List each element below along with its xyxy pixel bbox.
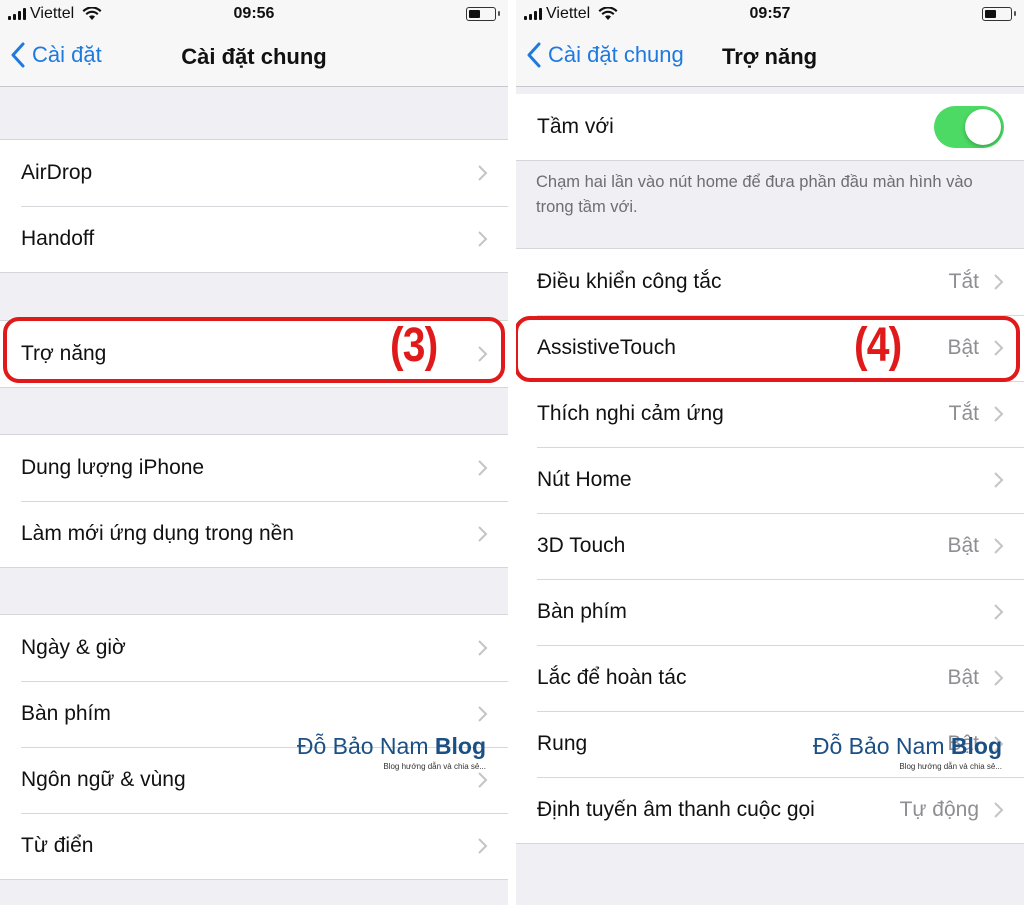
row-label: AirDrop: [21, 161, 93, 184]
chevron-right-icon: [994, 538, 1004, 554]
reachability-footer-note: Chạm hai lần vào nút home để đưa phần đầ…: [536, 173, 973, 216]
row-label: Nút Home: [537, 468, 632, 491]
row-assistivetouch[interactable]: AssistiveTouch Bật: [516, 315, 1024, 381]
navigation-bar: Cài đặt chung Trợ năng: [516, 30, 1024, 87]
reachability-toggle[interactable]: [934, 106, 1004, 148]
settings-group: Dung lượng iPhone Làm mới ứng dụng trong…: [0, 434, 508, 568]
watermark: Đỗ Bảo Nam Blog Blog hướng dẫn và chia s…: [813, 733, 1002, 771]
battery-icon: [466, 7, 500, 21]
right-screen-accessibility: Viettel 09:57 Cài đặt chung Trợ năng Tầm…: [516, 0, 1024, 905]
chevron-right-icon: [994, 802, 1004, 818]
watermark-name: Đỗ Bảo Nam: [296, 733, 429, 759]
left-screen-general-settings: Viettel 09:56 Cài đặt Cài đặt chung AirD…: [0, 0, 508, 905]
chevron-right-icon: [478, 165, 488, 181]
row-iphone-storage[interactable]: Dung lượng iPhone: [0, 435, 508, 501]
chevron-right-icon: [478, 838, 488, 854]
watermark: Đỗ Bảo Nam Blog Blog hướng dẫn và chia s…: [297, 733, 486, 771]
reachability-group: Tầm với: [516, 94, 1024, 161]
watermark-tagline: Blog hướng dẫn và chia sẻ...: [383, 762, 486, 771]
chevron-right-icon: [478, 460, 488, 476]
annotation-step-label: (3): [390, 319, 438, 372]
chevron-right-icon: [478, 346, 488, 362]
chevron-right-icon: [994, 340, 1004, 356]
settings-group: AirDrop Handoff: [0, 139, 508, 273]
row-dictionary[interactable]: Từ điển: [0, 813, 508, 879]
annotation-step-label: (4): [854, 319, 902, 372]
chevron-right-icon: [994, 670, 1004, 686]
row-label: Điều khiển công tắc: [537, 270, 722, 293]
row-label: Thích nghi cảm ứng: [537, 402, 724, 425]
row-label: Ngôn ngữ & vùng: [21, 768, 186, 791]
chevron-right-icon: [478, 772, 488, 788]
row-value: Tự động: [899, 798, 979, 821]
row-value: Tắt: [948, 402, 979, 425]
chevron-right-icon: [478, 706, 488, 722]
row-handoff[interactable]: Handoff: [0, 206, 508, 272]
watermark-logo: Đỗ Bảo Nam Blog: [813, 733, 1002, 760]
row-home-button[interactable]: Nút Home: [516, 447, 1024, 513]
toggle-knob: [965, 109, 1001, 145]
row-label: Bàn phím: [537, 600, 627, 623]
page-title: Cài đặt chung: [181, 44, 327, 69]
watermark-name: Đỗ Bảo Nam: [812, 733, 945, 759]
chevron-right-icon: [994, 604, 1004, 620]
row-label: Handoff: [21, 227, 95, 250]
chevron-right-icon: [478, 640, 488, 656]
row-date-time[interactable]: Ngày & giờ: [0, 615, 508, 681]
page-title: Trợ năng: [722, 44, 818, 69]
back-label: Cài đặt chung: [548, 42, 684, 67]
watermark-tagline: Blog hướng dẫn và chia sẻ...: [899, 762, 1002, 771]
chevron-right-icon: [994, 406, 1004, 422]
row-3d-touch[interactable]: 3D Touch Bật: [516, 513, 1024, 579]
chevron-left-icon: [527, 42, 541, 68]
row-background-refresh[interactable]: Làm mới ứng dụng trong nền: [0, 501, 508, 567]
row-call-audio-routing[interactable]: Định tuyến âm thanh cuộc gọi Tự động: [516, 777, 1024, 843]
chevron-right-icon: [478, 231, 488, 247]
row-label: Định tuyến âm thanh cuộc gọi: [537, 798, 815, 821]
navigation-bar: Cài đặt Cài đặt chung: [0, 30, 508, 87]
watermark-logo: Đỗ Bảo Nam Blog: [297, 733, 486, 760]
status-bar: Viettel 09:57: [516, 0, 1024, 30]
battery-icon: [982, 7, 1016, 21]
row-keyboard[interactable]: Bàn phím: [516, 579, 1024, 645]
row-touch-accommodations[interactable]: Thích nghi cảm ứng Tắt: [516, 381, 1024, 447]
status-time: 09:56: [233, 5, 275, 22]
row-label: Dung lượng iPhone: [21, 456, 205, 479]
row-reachability: Tầm với: [516, 94, 1024, 160]
row-switch-control[interactable]: Điều khiển công tắc Tắt: [516, 249, 1024, 315]
row-value: Tắt: [948, 270, 979, 293]
row-airdrop[interactable]: AirDrop: [0, 140, 508, 206]
row-value: Bật: [947, 336, 979, 359]
row-shake-to-undo[interactable]: Lắc để hoàn tác Bật: [516, 645, 1024, 711]
chevron-right-icon: [994, 472, 1004, 488]
row-label: Làm mới ứng dụng trong nền: [21, 522, 294, 545]
chevron-right-icon: [994, 274, 1004, 290]
back-button[interactable]: Cài đặt chung: [526, 42, 684, 68]
status-time: 09:57: [749, 5, 791, 22]
watermark-brand: Blog: [950, 733, 1002, 759]
status-bar: Viettel 09:56: [0, 0, 508, 30]
watermark-brand: Blog: [434, 733, 486, 759]
row-label: 3D Touch: [537, 534, 626, 557]
row-label: Lắc để hoàn tác: [537, 666, 687, 689]
row-value: Bật: [947, 534, 979, 557]
row-label: Ngày & giờ: [21, 636, 126, 659]
row-label: Từ điển: [21, 834, 94, 857]
chevron-right-icon: [478, 526, 488, 542]
row-value: Bật: [947, 666, 979, 689]
row-label: Bàn phím: [21, 702, 111, 725]
